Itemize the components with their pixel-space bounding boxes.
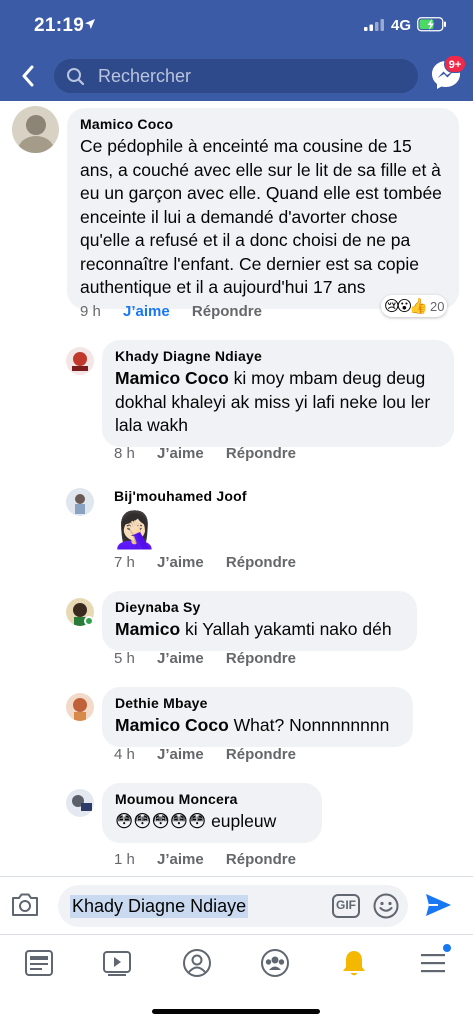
online-indicator bbox=[84, 616, 94, 626]
tab-notifications[interactable] bbox=[337, 946, 371, 980]
comment-time: 5 h bbox=[114, 650, 135, 667]
gif-label: GIF bbox=[336, 898, 356, 912]
reaction-count: 20 bbox=[429, 298, 445, 314]
avatar[interactable] bbox=[66, 347, 94, 375]
composer-mention-text[interactable]: Khady Diagne Ndiaye bbox=[70, 895, 249, 918]
search-bar[interactable] bbox=[54, 59, 418, 93]
home-indicator bbox=[152, 1009, 320, 1014]
comment-time: 7 h bbox=[114, 554, 135, 571]
comment-actions: 8 h J’aime Répondre bbox=[114, 445, 314, 462]
camera-icon bbox=[12, 893, 38, 916]
network-label: 4G bbox=[391, 17, 412, 34]
menu-icon bbox=[421, 954, 445, 973]
like-button[interactable]: J’aime bbox=[157, 746, 204, 763]
video-icon bbox=[103, 951, 131, 976]
like-button[interactable]: J’aime bbox=[157, 445, 204, 462]
back-button[interactable] bbox=[14, 62, 42, 90]
like-button[interactable]: J’aime bbox=[157, 851, 204, 868]
menu-notification-dot bbox=[443, 944, 451, 952]
profile-icon bbox=[183, 949, 211, 977]
smiley-icon bbox=[373, 893, 399, 919]
bell-icon bbox=[343, 951, 365, 976]
send-button[interactable] bbox=[424, 892, 452, 923]
location-arrow-icon bbox=[84, 17, 96, 35]
gif-button[interactable]: GIF bbox=[332, 894, 360, 923]
tab-profile[interactable] bbox=[180, 946, 214, 980]
comment-bubble: Dieynaba Sy Mamico ki Yallah yakamti nak… bbox=[102, 591, 417, 651]
comment-text: Ce pédophile à enceinté ma cousine de 15… bbox=[80, 136, 442, 297]
comment-text-wrap: Mamico ki Yallah yakamti nako déh bbox=[115, 618, 404, 642]
like-button[interactable]: J’aime bbox=[123, 303, 170, 320]
search-icon bbox=[66, 67, 85, 91]
comment-actions: 5 h J’aime Répondre bbox=[114, 650, 314, 667]
news-feed-icon bbox=[25, 950, 53, 976]
battery-icon bbox=[417, 17, 447, 37]
mention-link[interactable]: Mamico bbox=[115, 619, 180, 639]
reply-button[interactable]: Répondre bbox=[226, 445, 296, 462]
top-header: 21:19 4G Rechercher 9+ bbox=[0, 0, 473, 101]
reply-button[interactable]: Répondre bbox=[226, 851, 296, 868]
status-time: 21:19 bbox=[34, 15, 85, 36]
camera-button[interactable] bbox=[10, 891, 40, 924]
comment-composer: Khady Diagne Ndiaye GIF bbox=[0, 876, 473, 934]
comment-text-wrap: Mamico Coco What? Nonnnnnnnn bbox=[115, 714, 400, 738]
emoji-button[interactable] bbox=[373, 893, 399, 924]
comment-author[interactable]: Mamico Coco bbox=[80, 116, 446, 132]
comment-author[interactable]: Khady Diagne Ndiaye bbox=[115, 348, 441, 364]
reply-button[interactable]: Répondre bbox=[192, 303, 262, 320]
tab-watch[interactable] bbox=[100, 946, 134, 980]
avatar[interactable] bbox=[66, 693, 94, 721]
reply-button[interactable]: Répondre bbox=[226, 554, 296, 571]
like-reaction-icon: 👍 bbox=[409, 298, 428, 315]
avatar[interactable] bbox=[12, 106, 59, 153]
messenger-badge: 9+ bbox=[444, 55, 466, 73]
comment-bubble: Mamico Coco Ce pédophile à enceinté ma c… bbox=[67, 108, 459, 309]
like-button[interactable]: J’aime bbox=[157, 554, 204, 571]
comment-author[interactable]: Moumou Moncera bbox=[115, 791, 309, 807]
bottom-tab-bar bbox=[0, 934, 473, 990]
reply-button[interactable]: Répondre bbox=[226, 650, 296, 667]
comment-actions: 4 h J’aime Répondre bbox=[114, 746, 314, 763]
tab-news-feed[interactable] bbox=[22, 946, 56, 980]
comment-time: 1 h bbox=[114, 851, 135, 868]
status-bar: 21:19 4G bbox=[0, 0, 473, 50]
comment-input[interactable]: Khady Diagne Ndiaye GIF bbox=[58, 885, 408, 927]
back-chevron-icon bbox=[22, 65, 34, 87]
comment-author[interactable]: Bij'mouhamed Joof bbox=[114, 488, 247, 504]
mention-link[interactable]: Mamico Coco bbox=[115, 715, 229, 735]
avatar[interactable] bbox=[66, 789, 94, 817]
reaction-summary[interactable]: 😢 😮 👍 20 bbox=[381, 295, 448, 317]
tab-groups[interactable] bbox=[258, 946, 292, 980]
comment-text: What? Nonnnnnnnn bbox=[228, 715, 390, 735]
mention-link[interactable]: Mamico Coco bbox=[115, 368, 229, 388]
comment-actions: 9 h J’aime Répondre bbox=[80, 303, 280, 320]
groups-icon bbox=[261, 949, 289, 977]
send-icon bbox=[426, 894, 451, 916]
comment-bubble: Moumou Moncera 😳😳😳😳😳 eupleuw bbox=[102, 783, 322, 843]
comment-text: 😳😳😳😳😳 eupleuw bbox=[115, 811, 277, 831]
search-input[interactable] bbox=[98, 59, 398, 93]
reply-button[interactable]: Répondre bbox=[226, 746, 296, 763]
comment-actions: 1 h J’aime Répondre bbox=[114, 851, 314, 868]
facepalm-emoji: 🤦🏻‍♀️ bbox=[112, 509, 157, 550]
nav-bar bbox=[0, 54, 473, 98]
comment-time: 4 h bbox=[114, 746, 135, 763]
comment-bubble: Khady Diagne Ndiaye Mamico Coco ki moy m… bbox=[102, 340, 454, 447]
like-button[interactable]: J’aime bbox=[157, 650, 204, 667]
comment-author[interactable]: Dethie Mbaye bbox=[115, 695, 400, 711]
comment-time: 8 h bbox=[114, 445, 135, 462]
comment-text-wrap: Mamico Coco ki moy mbam deug deug dokhal… bbox=[115, 367, 441, 438]
comment-bubble: Dethie Mbaye Mamico Coco What? Nonnnnnnn… bbox=[102, 687, 413, 747]
comment-author[interactable]: Dieynaba Sy bbox=[115, 599, 404, 615]
comment-actions: 7 h J’aime Répondre bbox=[114, 554, 314, 571]
comment-text: ki Yallah yakamti nako déh bbox=[180, 619, 392, 639]
avatar[interactable] bbox=[66, 488, 94, 516]
comment-time: 9 h bbox=[80, 303, 101, 320]
signal-icon bbox=[364, 18, 386, 36]
